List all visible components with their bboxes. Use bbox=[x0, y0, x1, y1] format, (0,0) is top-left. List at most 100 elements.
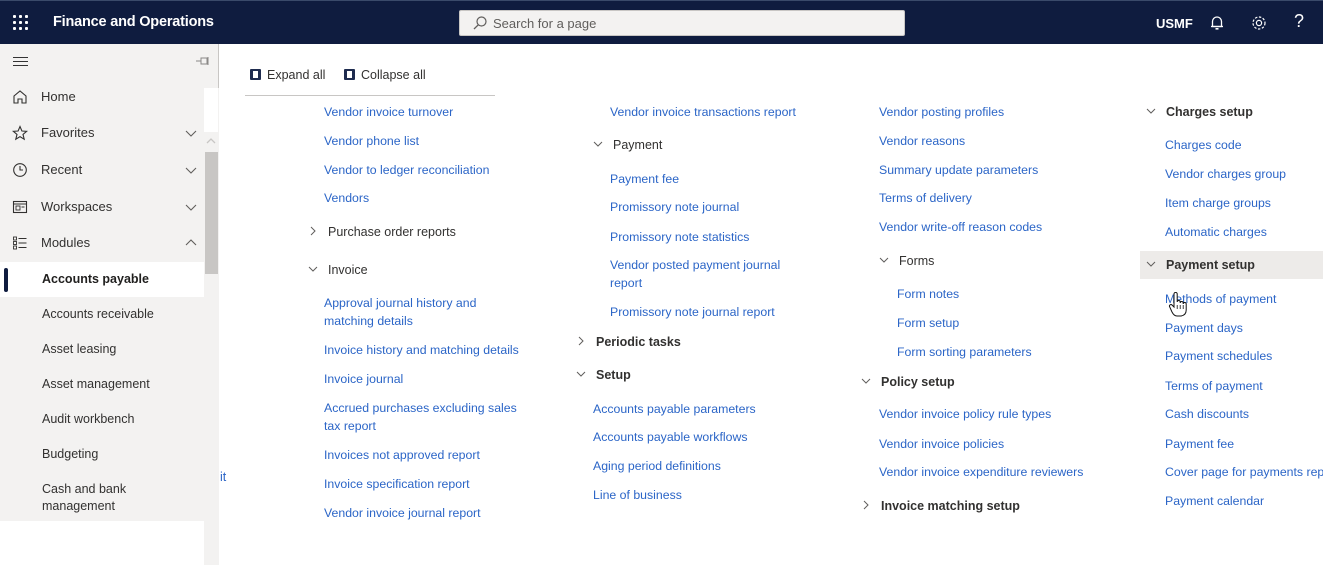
home-icon bbox=[13, 90, 27, 104]
group-policy-setup[interactable]: Policy setup bbox=[861, 374, 955, 391]
scroll-up-icon[interactable] bbox=[206, 136, 216, 146]
search-box[interactable] bbox=[459, 10, 905, 36]
module-budgeting[interactable]: Budgeting bbox=[0, 437, 204, 472]
chevron-down-icon[interactable] bbox=[185, 164, 197, 176]
link-form-sorting-parameters[interactable]: Form sorting parameters bbox=[897, 344, 1032, 362]
link-invoices-not-approved[interactable]: Invoices not approved report bbox=[324, 447, 480, 465]
group-label: Periodic tasks bbox=[596, 335, 681, 349]
link-invoice-history-matching[interactable]: Invoice history and matching details bbox=[324, 342, 519, 360]
module-cash-and-bank-management[interactable]: Cash and bank management bbox=[0, 472, 204, 521]
link-cash-discounts[interactable]: Cash discounts bbox=[1165, 406, 1249, 424]
link-vendor-to-ledger-reconciliation[interactable]: Vendor to ledger reconciliation bbox=[324, 162, 489, 180]
help-icon[interactable]: ? bbox=[1294, 11, 1304, 32]
nav-item-recent[interactable]: Recent bbox=[0, 152, 204, 188]
link-invoice-specification[interactable]: Invoice specification report bbox=[324, 476, 470, 494]
pin-icon[interactable] bbox=[196, 55, 210, 67]
link-promissory-note-statistics[interactable]: Promissory note statistics bbox=[610, 229, 749, 247]
chevron-up-icon[interactable] bbox=[185, 237, 197, 249]
company-picker[interactable]: USMF bbox=[1156, 16, 1193, 31]
search-input[interactable] bbox=[493, 11, 893, 35]
link-vendor-invoice-expenditure-reviewers[interactable]: Vendor invoice expenditure reviewers bbox=[879, 464, 1083, 482]
search-icon bbox=[473, 16, 487, 30]
link-vendor-phone-list[interactable]: Vendor phone list bbox=[324, 133, 419, 151]
link-line-of-business[interactable]: Line of business bbox=[593, 487, 682, 505]
group-invoice[interactable]: Invoice bbox=[308, 262, 368, 279]
link-invoice-journal[interactable]: Invoice journal bbox=[324, 371, 403, 389]
link-summary-update-parameters[interactable]: Summary update parameters bbox=[879, 162, 1038, 180]
link-payment-schedules[interactable]: Payment schedules bbox=[1165, 348, 1272, 366]
module-asset-leasing[interactable]: Asset leasing bbox=[0, 332, 204, 367]
chevron-down-icon[interactable] bbox=[185, 127, 197, 139]
group-label: Purchase order reports bbox=[328, 225, 456, 239]
gear-icon[interactable] bbox=[1249, 13, 1269, 33]
link-vendor-write-off-reason-codes[interactable]: Vendor write-off reason codes bbox=[879, 219, 1042, 237]
link-vendor-reasons[interactable]: Vendor reasons bbox=[879, 133, 965, 151]
link-vendor-posting-profiles[interactable]: Vendor posting profiles bbox=[879, 104, 1004, 122]
scrollbar-thumb[interactable] bbox=[205, 152, 218, 274]
link-payment-days[interactable]: Payment days bbox=[1165, 320, 1243, 338]
module-accounts-receivable[interactable]: Accounts receivable bbox=[0, 297, 204, 332]
link-terms-of-delivery[interactable]: Terms of delivery bbox=[879, 190, 972, 208]
link-approval-journal-history[interactable]: Approval journal history and matching de… bbox=[324, 295, 504, 330]
chevron-down-icon[interactable] bbox=[185, 201, 197, 213]
collapse-all-button[interactable]: Collapse all bbox=[344, 68, 426, 82]
chevron-down-icon bbox=[861, 378, 871, 384]
group-payment[interactable]: Payment bbox=[593, 137, 662, 154]
link-vendor-invoice-turnover[interactable]: Vendor invoice turnover bbox=[324, 104, 453, 122]
link-promissory-note-journal-report[interactable]: Promissory note journal report bbox=[610, 304, 775, 322]
link-vendor-posted-payment-journal[interactable]: Vendor posted payment journal report bbox=[610, 257, 800, 292]
link-aging-period-definitions[interactable]: Aging period definitions bbox=[593, 458, 721, 476]
app-title[interactable]: Finance and Operations bbox=[53, 14, 214, 30]
waffle-icon[interactable] bbox=[10, 11, 32, 33]
nav-item-home[interactable]: Home bbox=[0, 79, 204, 115]
link-methods-of-payment[interactable]: Methods of payment bbox=[1165, 291, 1276, 309]
collapse-icon bbox=[344, 69, 355, 80]
module-audit-workbench[interactable]: Audit workbench bbox=[0, 402, 204, 437]
module-content: Expand all Collapse all Vendor invoice t… bbox=[220, 44, 1323, 521]
chevron-down-icon bbox=[1146, 108, 1156, 114]
hamburger-icon[interactable] bbox=[13, 56, 29, 68]
link-payment-fee[interactable]: Payment fee bbox=[610, 171, 679, 189]
group-label: Forms bbox=[899, 254, 935, 268]
link-form-notes[interactable]: Form notes bbox=[897, 286, 959, 304]
link-payment-calendar[interactable]: Payment calendar bbox=[1165, 493, 1264, 511]
link-vendor-charges-group[interactable]: Vendor charges group bbox=[1165, 166, 1286, 184]
link-vendors[interactable]: Vendors bbox=[324, 190, 369, 208]
link-accrued-purchases[interactable]: Accrued purchases excluding sales tax re… bbox=[324, 400, 524, 435]
module-label: Accounts payable bbox=[42, 272, 149, 286]
link-vendor-invoice-journal-report[interactable]: Vendor invoice journal report bbox=[324, 505, 481, 523]
nav-item-favorites[interactable]: Favorites bbox=[0, 115, 204, 151]
link-item-charge-groups[interactable]: Item charge groups bbox=[1165, 195, 1271, 213]
module-asset-management[interactable]: Asset management bbox=[0, 367, 204, 402]
bell-icon[interactable] bbox=[1207, 13, 1227, 33]
group-setup[interactable]: Setup bbox=[576, 367, 631, 384]
link-form-setup[interactable]: Form setup bbox=[897, 315, 959, 333]
link-terms-of-payment[interactable]: Terms of payment bbox=[1165, 378, 1263, 396]
link-vendor-invoice-policy-rule-types[interactable]: Vendor invoice policy rule types bbox=[879, 406, 1051, 424]
expand-all-button[interactable]: Expand all bbox=[250, 68, 325, 82]
nav-item-modules[interactable]: Modules bbox=[0, 225, 204, 261]
workspace-icon bbox=[12, 200, 28, 214]
link-automatic-charges[interactable]: Automatic charges bbox=[1165, 224, 1267, 242]
group-invoice-matching-setup[interactable]: Invoice matching setup bbox=[861, 498, 1020, 515]
link-promissory-note-journal[interactable]: Promissory note journal bbox=[610, 199, 739, 217]
link-ap-workflows[interactable]: Accounts payable workflows bbox=[593, 429, 747, 447]
link-ap-parameters[interactable]: Accounts payable parameters bbox=[593, 401, 756, 419]
module-accounts-payable[interactable]: Accounts payable bbox=[0, 262, 204, 297]
group-charges-setup[interactable]: Charges setup bbox=[1146, 104, 1253, 121]
nav-item-workspaces[interactable]: Workspaces bbox=[0, 189, 204, 225]
divider bbox=[245, 95, 495, 96]
link-vendor-invoice-transactions-report[interactable]: Vendor invoice transactions report bbox=[610, 104, 796, 122]
group-payment-setup[interactable]: Payment setup bbox=[1140, 251, 1323, 279]
link-payment-fee-setup[interactable]: Payment fee bbox=[1165, 436, 1234, 454]
link-cover-page-for-payments-report[interactable]: Cover page for payments rep bbox=[1165, 464, 1323, 482]
collapse-all-label: Collapse all bbox=[361, 68, 426, 82]
nav-scrollbar[interactable] bbox=[204, 88, 219, 565]
group-forms[interactable]: Forms bbox=[879, 253, 934, 270]
group-purchase-order-reports[interactable]: Purchase order reports bbox=[308, 224, 456, 241]
group-periodic-tasks[interactable]: Periodic tasks bbox=[576, 334, 681, 351]
module-label: Cash and bank management bbox=[42, 482, 127, 513]
link-vendor-invoice-policies[interactable]: Vendor invoice policies bbox=[879, 436, 1004, 454]
active-indicator bbox=[4, 268, 8, 292]
link-charges-code[interactable]: Charges code bbox=[1165, 137, 1242, 155]
